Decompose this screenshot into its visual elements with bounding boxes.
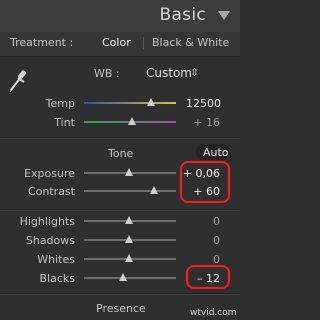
divider xyxy=(0,210,240,211)
temp-label: Temp xyxy=(45,97,75,110)
tint-label: Tint xyxy=(54,116,75,129)
temp-slider-track[interactable] xyxy=(84,102,176,104)
highlights-value[interactable]: 0 xyxy=(180,215,220,228)
shadows-slider-thumb[interactable] xyxy=(125,235,133,243)
temp-value[interactable]: 12500 xyxy=(186,97,221,110)
presence-label: Presence xyxy=(96,302,146,315)
exposure-slider-thumb[interactable] xyxy=(125,168,133,176)
tone-label: Tone xyxy=(108,147,134,160)
whites-slider-thumb[interactable] xyxy=(125,254,133,262)
contrast-slider-track[interactable] xyxy=(84,190,176,192)
shadows-label: Shadows xyxy=(25,234,75,247)
highlight-annotation xyxy=(186,265,230,289)
treatment-separator xyxy=(143,37,144,49)
highlights-slider-thumb[interactable] xyxy=(125,216,133,224)
whites-label: Whites xyxy=(37,253,75,266)
contrast-label: Contrast xyxy=(27,185,75,198)
temp-slider-thumb[interactable] xyxy=(147,98,155,106)
wb-dropdown-arrow-icon[interactable]: ⇕ xyxy=(190,66,199,79)
shadows-value[interactable]: 0 xyxy=(180,234,220,247)
blacks-slider-track[interactable] xyxy=(84,277,176,279)
panel-title: Basic xyxy=(159,5,206,25)
treatment-color-option[interactable]: Color xyxy=(102,36,131,49)
divider xyxy=(0,138,240,139)
exposure-label: Exposure xyxy=(24,167,75,180)
wb-label: WB : xyxy=(94,67,120,80)
tint-value[interactable]: + 16 xyxy=(180,116,220,129)
wb-dropdown[interactable]: Custom xyxy=(146,66,192,80)
collapse-triangle-icon[interactable] xyxy=(218,11,230,20)
highlights-label: Highlights xyxy=(19,215,75,228)
highlight-annotation xyxy=(180,161,230,203)
treatment-label: Treatment : xyxy=(10,36,74,49)
auto-button[interactable]: Auto xyxy=(203,146,229,159)
watermark: wtvid.com xyxy=(190,308,237,318)
tint-slider-thumb[interactable] xyxy=(128,117,136,125)
blacks-slider-thumb[interactable] xyxy=(119,273,127,281)
divider xyxy=(0,294,240,295)
treatment-bw-option[interactable]: Black & White xyxy=(152,36,229,49)
contrast-slider-thumb[interactable] xyxy=(150,186,158,194)
blacks-label: Blacks xyxy=(39,272,76,285)
eyedropper-icon[interactable] xyxy=(6,62,30,96)
